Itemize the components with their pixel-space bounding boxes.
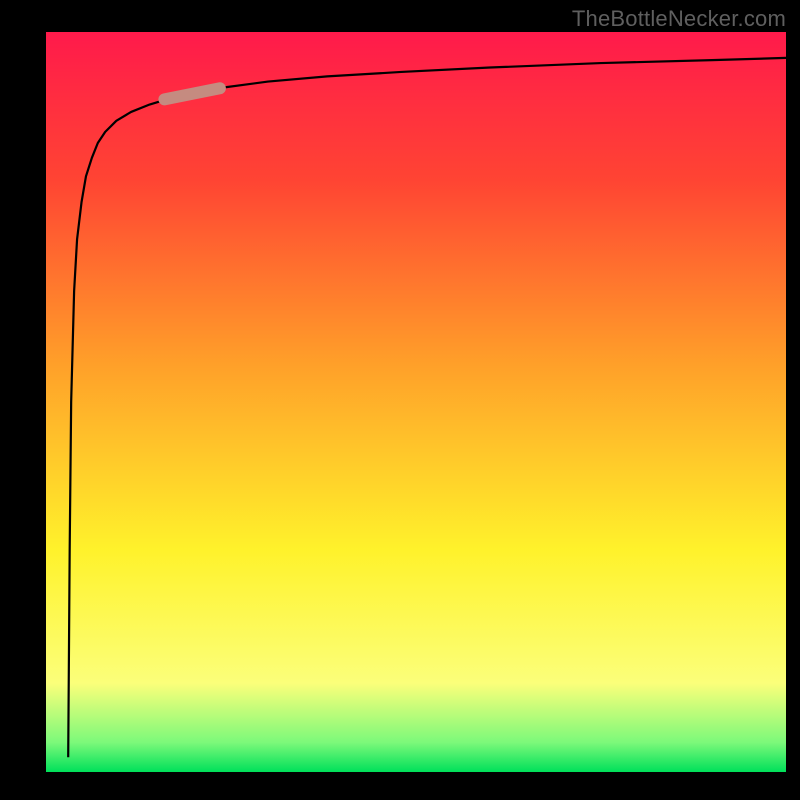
watermark-text: TheBottleNecker.com	[572, 6, 786, 32]
canvas: TheBottleNecker.com	[0, 0, 800, 800]
chart-plot-area	[46, 32, 786, 772]
chart-background	[46, 32, 786, 772]
chart-svg	[46, 32, 786, 772]
